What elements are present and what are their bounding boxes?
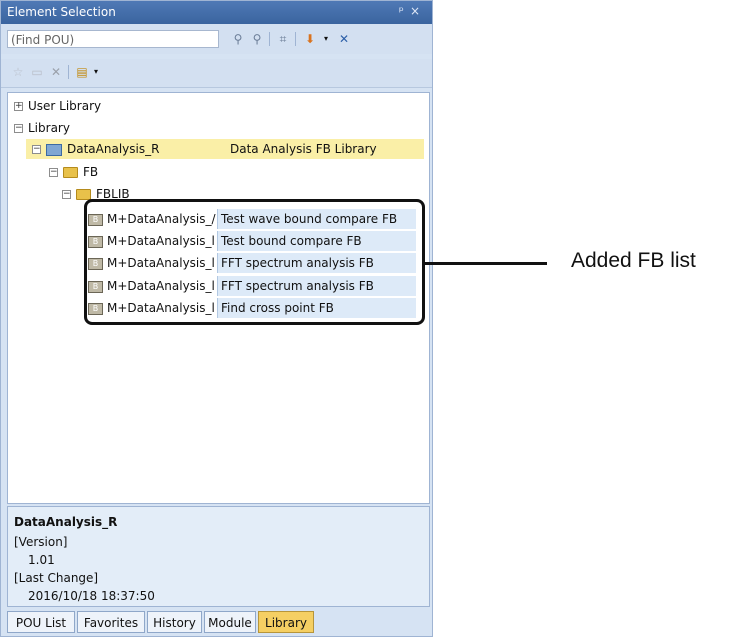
binoculars-icon[interactable]: ⚲: [229, 32, 247, 46]
pin-icon[interactable]: ᵖ: [399, 4, 410, 18]
chevron-down-icon[interactable]: ▾: [87, 65, 105, 79]
find-pou-input[interactable]: (Find POU): [7, 30, 219, 48]
info-library-name: DataAnalysis_R: [14, 515, 118, 529]
collapse-icon[interactable]: −: [32, 145, 41, 154]
folder-icon: [63, 167, 78, 178]
favorites-toolbar: ☆ ▭ ✕ ▤ ▾: [1, 59, 432, 88]
chevron-down-icon[interactable]: ▾: [317, 32, 335, 46]
tree-node-fb[interactable]: − FB: [49, 163, 98, 181]
tab-library[interactable]: Library: [258, 611, 314, 633]
tree-node-dataanalysis-r[interactable]: − DataAnalysis_R: [32, 140, 159, 158]
bottom-tabs: POU List Favorites History Module Librar…: [1, 610, 432, 636]
folder-icon[interactable]: ▭: [28, 65, 46, 79]
added-fb-callout-box: [84, 199, 425, 325]
close-icon[interactable]: ×: [410, 4, 426, 18]
library-info-pane: DataAnalysis_R [Version] 1.01 [Last Chan…: [7, 506, 430, 607]
remove-icon[interactable]: ✕: [335, 32, 353, 46]
last-change-label: [Last Change]: [14, 571, 99, 585]
collapse-icon[interactable]: −: [62, 190, 71, 199]
version-label: [Version]: [14, 535, 68, 549]
collapse-icon[interactable]: −: [49, 168, 58, 177]
star-icon[interactable]: ☆: [9, 65, 27, 79]
tab-history[interactable]: History: [147, 611, 202, 633]
find-toolbar: (Find POU) ⚲ ⚲ ⌗ ⬇ ▾ ✕: [1, 24, 432, 54]
library-icon: [46, 143, 62, 156]
collapse-icon[interactable]: −: [14, 124, 23, 133]
panel-title: Element Selection: [7, 5, 116, 19]
panel-titlebar: Element Selection ᵖ×: [1, 1, 432, 24]
lib-comment: Data Analysis FB Library: [230, 142, 377, 156]
version-value: 1.01: [28, 553, 55, 567]
tree-icon[interactable]: ⌗: [274, 32, 292, 46]
binoculars-next-icon[interactable]: ⚲: [248, 32, 266, 46]
callout-leader-line: [425, 262, 547, 265]
tab-pou-list[interactable]: POU List: [7, 611, 75, 633]
tab-module[interactable]: Module: [204, 611, 256, 633]
delete-icon[interactable]: ✕: [47, 65, 65, 79]
last-change-value: 2016/10/18 18:37:50: [28, 589, 155, 603]
callout-label: Added FB list: [571, 249, 696, 272]
tree-node-user-library[interactable]: + User Library: [14, 97, 101, 115]
tree-node-library[interactable]: − Library: [14, 119, 70, 137]
expand-icon[interactable]: +: [14, 102, 23, 111]
tab-favorites[interactable]: Favorites: [77, 611, 145, 633]
